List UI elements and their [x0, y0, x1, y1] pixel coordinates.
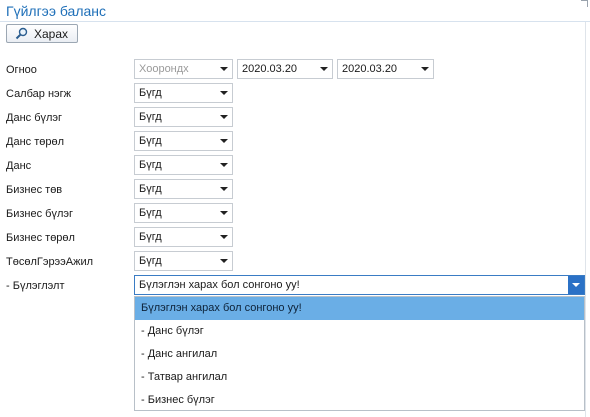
business-type-value: Бүгд — [139, 231, 162, 243]
business-group-select[interactable]: Бүгд — [134, 203, 233, 223]
project-contract-select[interactable]: Бүгд — [134, 251, 233, 271]
business-group-value: Бүгд — [139, 207, 162, 219]
grouping-label: - Бүлэглэлт — [6, 280, 65, 292]
chevron-down-icon[interactable] — [417, 60, 433, 78]
chevron-down-icon[interactable] — [216, 132, 232, 150]
business-type-select[interactable]: Бүгд — [134, 227, 233, 247]
grouping-option[interactable]: - Татвар ангилал — [135, 366, 584, 389]
chevron-down-icon[interactable] — [216, 228, 232, 246]
grouping-option[interactable]: - Данс ангилал — [135, 343, 584, 366]
grouping-option[interactable]: - Данс бүлэг — [135, 320, 584, 343]
start-date-value: 2020.03.20 — [242, 63, 298, 75]
search-icon — [15, 27, 28, 40]
account-type-select[interactable]: Бүгд — [134, 131, 233, 151]
chevron-down-icon[interactable] — [316, 60, 332, 78]
end-date-value: 2020.03.20 — [342, 63, 398, 75]
business-center-label: Бизнес төв — [6, 184, 63, 196]
chevron-down-icon[interactable] — [216, 60, 232, 78]
chevron-down-icon[interactable] — [216, 252, 232, 270]
account-label: Данс — [6, 160, 32, 172]
account-value: Бүгд — [139, 159, 162, 171]
account-group-select[interactable]: Бүгд — [134, 107, 233, 127]
grouping-option[interactable]: Бүлэглэн харах бол сонгоно уу! — [135, 297, 584, 320]
chevron-down-icon[interactable] — [216, 84, 232, 102]
date-mode-value: Хоорондх — [139, 63, 189, 75]
chevron-down-icon[interactable] — [216, 108, 232, 126]
chevron-down-icon[interactable] — [216, 180, 232, 198]
account-type-value: Бүгд — [139, 135, 162, 147]
business-group-label: Бизнес бүлэг — [6, 208, 73, 220]
branch-value: Бүгд — [139, 87, 162, 99]
grouping-dropdown-list: Бүлэглэн харах бол сонгоно уу! - Данс бү… — [134, 296, 585, 411]
panel-border — [585, 22, 586, 417]
business-center-select[interactable]: Бүгд — [134, 179, 233, 199]
view-button-label: Харах — [34, 26, 69, 41]
account-group-value: Бүгд — [139, 111, 162, 123]
chevron-down-icon[interactable] — [216, 156, 232, 174]
project-contract-value: Бүгд — [139, 255, 162, 267]
chevron-down-icon[interactable] — [568, 276, 584, 294]
project-contract-label: ТөсөлГэрээАжил — [6, 256, 94, 268]
account-select[interactable]: Бүгд — [134, 155, 233, 175]
grouping-value: Бүлэглэн харах бол сонгоно уу! — [139, 279, 300, 291]
page-title: Гүйлгээ баланс — [6, 3, 107, 19]
account-type-label: Данс төрөл — [6, 136, 65, 148]
date-label: Огноо — [6, 64, 37, 76]
branch-select[interactable]: Бүгд — [134, 83, 233, 103]
grouping-option[interactable]: - Бизнес бүлэг — [135, 389, 584, 412]
corner-icon — [581, 0, 588, 7]
date-mode-select[interactable]: Хоорондх — [134, 59, 233, 79]
business-center-value: Бүгд — [139, 183, 162, 195]
start-date-picker[interactable]: 2020.03.20 — [237, 59, 333, 79]
business-type-label: Бизнес төрөл — [6, 232, 75, 244]
account-group-label: Данс бүлэг — [6, 112, 63, 124]
header-separator — [0, 21, 590, 22]
branch-label: Салбар нэгж — [6, 88, 72, 100]
chevron-down-icon[interactable] — [216, 204, 232, 222]
end-date-picker[interactable]: 2020.03.20 — [337, 59, 434, 79]
view-button[interactable]: Харах — [6, 24, 78, 43]
grouping-select[interactable]: Бүлэглэн харах бол сонгоно уу! — [134, 275, 585, 295]
